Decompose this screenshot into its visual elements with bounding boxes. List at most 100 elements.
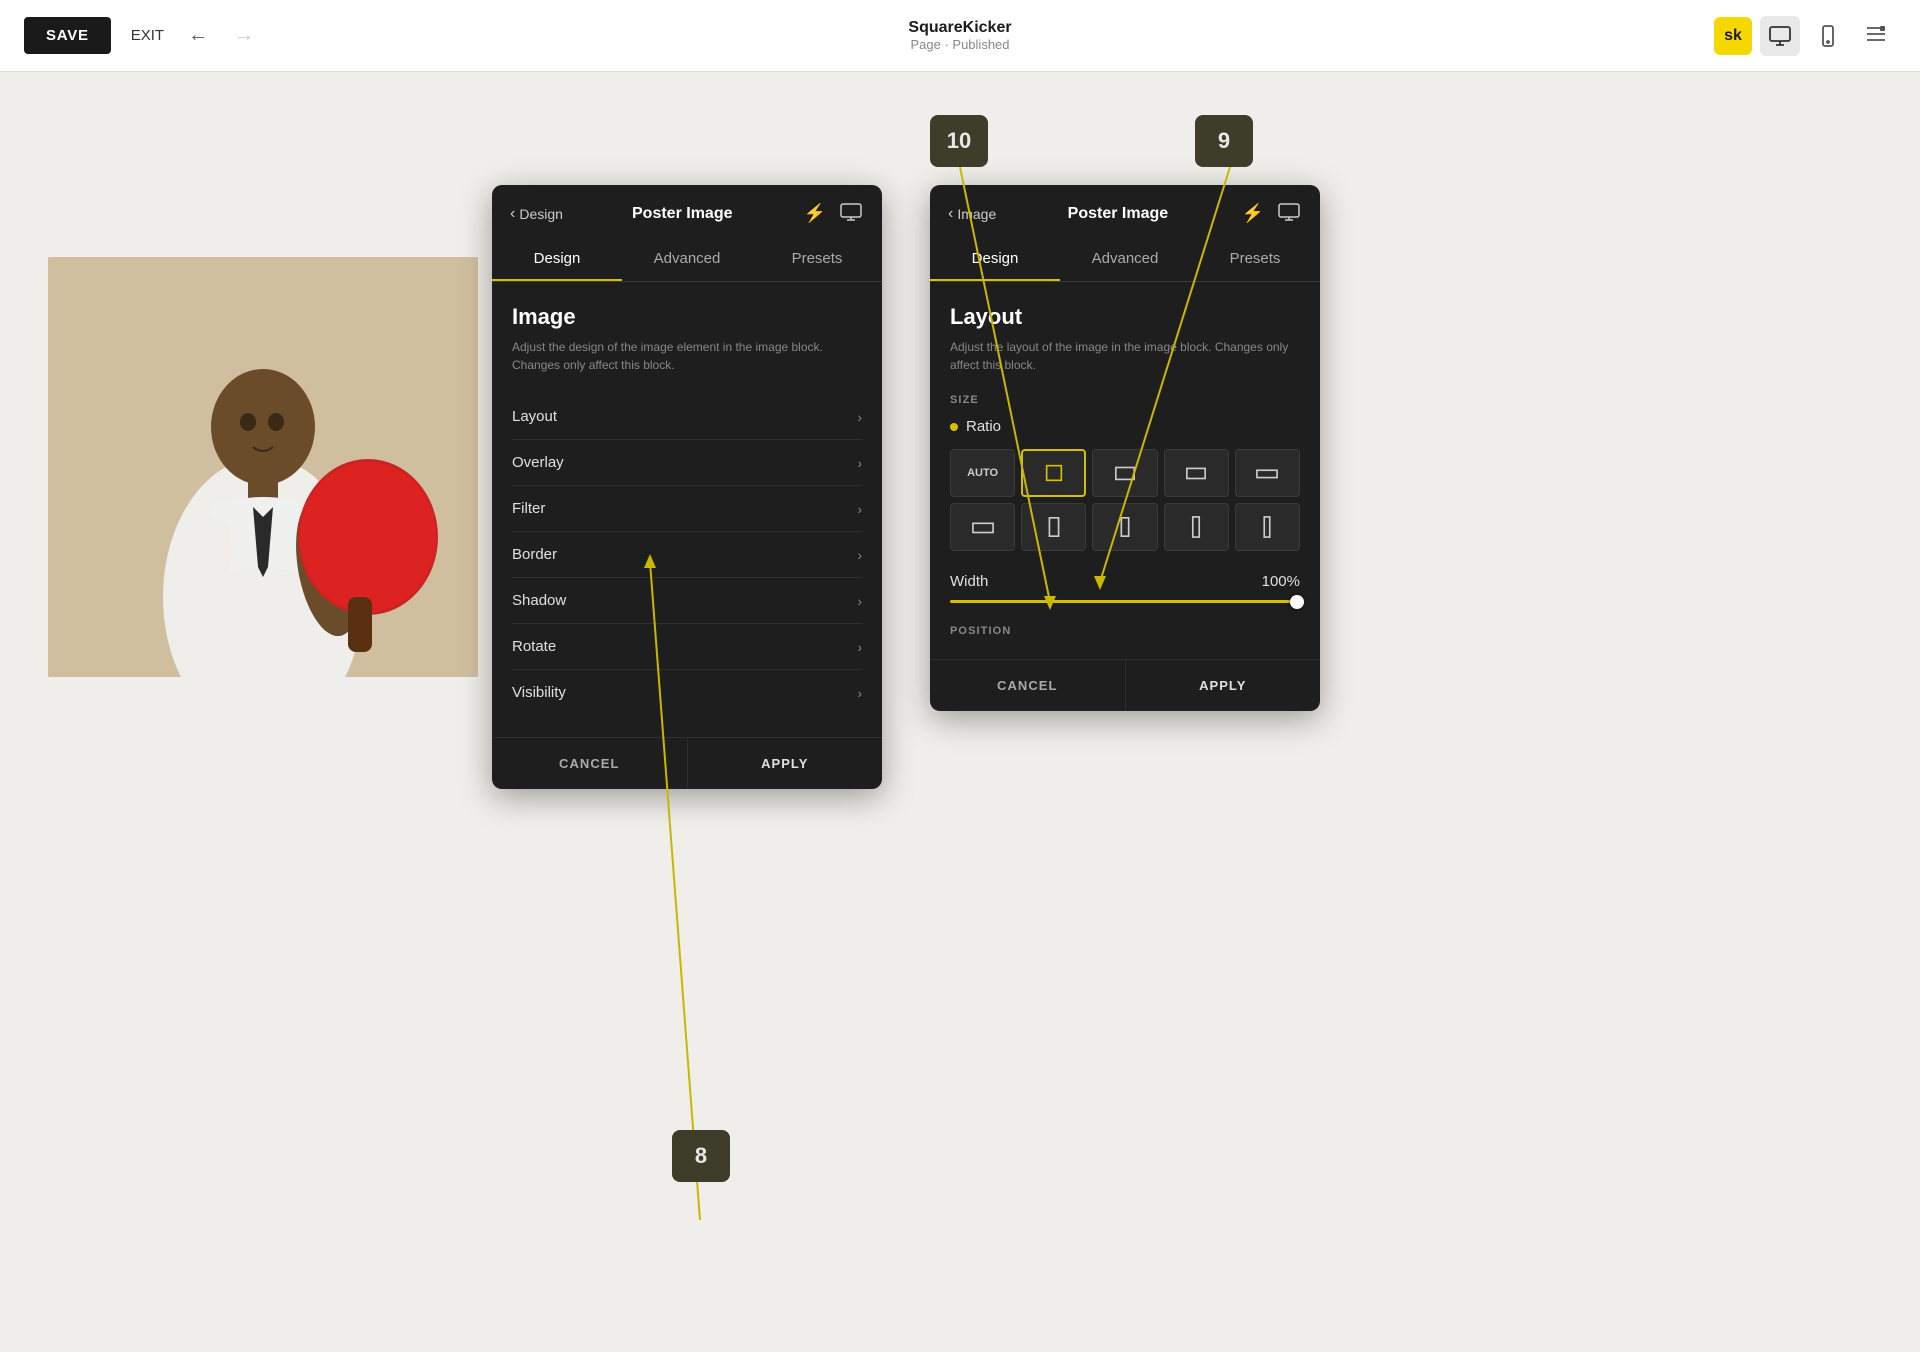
right-panel-title: Poster Image bbox=[1004, 205, 1231, 223]
menu-item-rotate-label: Rotate bbox=[512, 638, 556, 655]
left-section-desc: Adjust the design of the image element i… bbox=[512, 338, 862, 374]
menu-item-shadow-label: Shadow bbox=[512, 592, 566, 609]
page-subtitle: Page · Published bbox=[908, 37, 1011, 52]
ratio-short-button[interactable] bbox=[950, 503, 1015, 551]
redo-button[interactable]: → bbox=[226, 20, 262, 51]
menu-chevron-icon: › bbox=[857, 501, 862, 517]
menu-chevron-icon: › bbox=[857, 639, 862, 655]
left-tab-presets[interactable]: Presets bbox=[752, 238, 882, 281]
right-panel-icons: ⚡ bbox=[1240, 201, 1302, 226]
ratio-label: Ratio bbox=[966, 418, 1001, 435]
ratio-3-4-icon bbox=[1043, 516, 1065, 538]
right-cancel-button[interactable]: CANCEL bbox=[930, 660, 1126, 711]
monitor-icon bbox=[1278, 203, 1300, 221]
right-panel-tabs: Design Advanced Presets bbox=[930, 238, 1320, 282]
badge-8: 8 bbox=[672, 1130, 730, 1182]
left-section-title: Image bbox=[512, 304, 862, 330]
ratio-grid: AUTO bbox=[950, 449, 1300, 551]
menu-item-filter-label: Filter bbox=[512, 500, 545, 517]
undo-button[interactable]: ← bbox=[180, 20, 216, 51]
ratio-4-3-button[interactable] bbox=[1092, 449, 1157, 497]
badge-10: 10 bbox=[930, 115, 988, 167]
menu-item-rotate[interactable]: Rotate › bbox=[512, 624, 862, 670]
menu-chevron-icon: › bbox=[857, 547, 862, 563]
monitor-icon bbox=[840, 203, 862, 221]
exit-button[interactable]: EXIT bbox=[131, 27, 164, 44]
width-slider[interactable] bbox=[950, 600, 1300, 603]
position-label: POSITION bbox=[950, 625, 1300, 637]
mobile-view-button[interactable] bbox=[1808, 16, 1848, 56]
ratio-9-16-button[interactable] bbox=[1092, 503, 1157, 551]
menu-item-overlay[interactable]: Overlay › bbox=[512, 440, 862, 486]
ratio-taller-button[interactable] bbox=[1164, 503, 1229, 551]
ratio-16-9-button[interactable] bbox=[1164, 449, 1229, 497]
right-panel-header: ‹ Image Poster Image ⚡ bbox=[930, 185, 1320, 226]
photo-placeholder bbox=[48, 257, 478, 677]
desktop-icon bbox=[1768, 24, 1792, 48]
left-cancel-button[interactable]: CANCEL bbox=[492, 738, 688, 789]
right-panel-lightning-button[interactable]: ⚡ bbox=[1240, 201, 1266, 226]
right-section-desc: Adjust the layout of the image in the im… bbox=[950, 338, 1300, 374]
back-chevron-icon: ‹ bbox=[510, 205, 515, 223]
ratio-tallest-button[interactable] bbox=[1235, 503, 1300, 551]
menu-item-visibility-label: Visibility bbox=[512, 684, 566, 701]
menu-item-visibility[interactable]: Visibility › bbox=[512, 670, 862, 715]
sk-logo: sk bbox=[1714, 17, 1752, 55]
right-panel-body: Layout Adjust the layout of the image in… bbox=[930, 282, 1320, 659]
nav-arrows: ← → bbox=[180, 20, 262, 51]
mobile-icon bbox=[1816, 24, 1840, 48]
ratio-3-4-button[interactable] bbox=[1021, 503, 1086, 551]
width-row: Width 100% bbox=[950, 573, 1300, 590]
save-button[interactable]: SAVE bbox=[24, 17, 111, 54]
ratio-4-3-icon bbox=[1114, 462, 1136, 484]
right-tab-presets[interactable]: Presets bbox=[1190, 238, 1320, 281]
right-panel: ‹ Image Poster Image ⚡ Design Advanced P… bbox=[930, 185, 1320, 711]
canvas: ‹ Design Poster Image ⚡ Design Advanced … bbox=[0, 72, 1920, 1280]
left-panel-header: ‹ Design Poster Image ⚡ bbox=[492, 185, 882, 226]
left-panel-back-button[interactable]: ‹ Design bbox=[510, 205, 563, 223]
topbar: SAVE EXIT ← → SquareKicker Page · Publis… bbox=[0, 0, 1920, 72]
left-tab-advanced[interactable]: Advanced bbox=[622, 238, 752, 281]
right-panel-monitor-button[interactable] bbox=[1276, 201, 1302, 226]
photo-block bbox=[48, 257, 478, 677]
right-section-title: Layout bbox=[950, 304, 1300, 330]
right-tab-advanced[interactable]: Advanced bbox=[1060, 238, 1190, 281]
left-panel-body: Image Adjust the design of the image ele… bbox=[492, 282, 882, 737]
menu-item-filter[interactable]: Filter › bbox=[512, 486, 862, 532]
left-tab-design[interactable]: Design bbox=[492, 238, 622, 281]
topbar-center: SquareKicker Page · Published bbox=[908, 19, 1011, 52]
ratio-ultrawide-button[interactable] bbox=[1235, 449, 1300, 497]
edit-mode-button[interactable] bbox=[1856, 14, 1896, 57]
menu-chevron-icon: › bbox=[857, 409, 862, 425]
ratio-square-button[interactable] bbox=[1021, 449, 1086, 497]
ratio-tallest-icon bbox=[1256, 516, 1278, 538]
page-title: SquareKicker bbox=[908, 19, 1011, 37]
ratio-ultrawide-icon bbox=[1256, 462, 1278, 484]
ratio-square-icon bbox=[1043, 462, 1065, 484]
menu-item-border[interactable]: Border › bbox=[512, 532, 862, 578]
menu-item-overlay-label: Overlay bbox=[512, 454, 564, 471]
left-panel-tabs: Design Advanced Presets bbox=[492, 238, 882, 282]
right-panel-back-label: Image bbox=[957, 206, 996, 222]
menu-item-shadow[interactable]: Shadow › bbox=[512, 578, 862, 624]
right-panel-footer: CANCEL APPLY bbox=[930, 659, 1320, 711]
ratio-auto-button[interactable]: AUTO bbox=[950, 449, 1015, 497]
desktop-view-button[interactable] bbox=[1760, 16, 1800, 56]
right-panel-back-button[interactable]: ‹ Image bbox=[948, 205, 996, 223]
ratio-9-16-icon bbox=[1114, 516, 1136, 538]
menu-item-layout-label: Layout bbox=[512, 408, 557, 425]
ratio-16-9-icon bbox=[1185, 462, 1207, 484]
right-apply-button[interactable]: APPLY bbox=[1126, 660, 1321, 711]
left-apply-button[interactable]: APPLY bbox=[688, 738, 883, 789]
menu-chevron-icon: › bbox=[857, 593, 862, 609]
right-tab-design[interactable]: Design bbox=[930, 238, 1060, 281]
ratio-taller-icon bbox=[1185, 516, 1207, 538]
slider-fill bbox=[950, 600, 1290, 603]
topbar-right: sk bbox=[1714, 14, 1896, 57]
left-panel-lightning-button[interactable]: ⚡ bbox=[802, 201, 828, 226]
size-label: SIZE bbox=[950, 394, 1300, 406]
menu-item-layout[interactable]: Layout › bbox=[512, 394, 862, 440]
left-panel-monitor-button[interactable] bbox=[838, 201, 864, 226]
width-value: 100% bbox=[1262, 573, 1300, 590]
left-panel: ‹ Design Poster Image ⚡ Design Advanced … bbox=[492, 185, 882, 789]
